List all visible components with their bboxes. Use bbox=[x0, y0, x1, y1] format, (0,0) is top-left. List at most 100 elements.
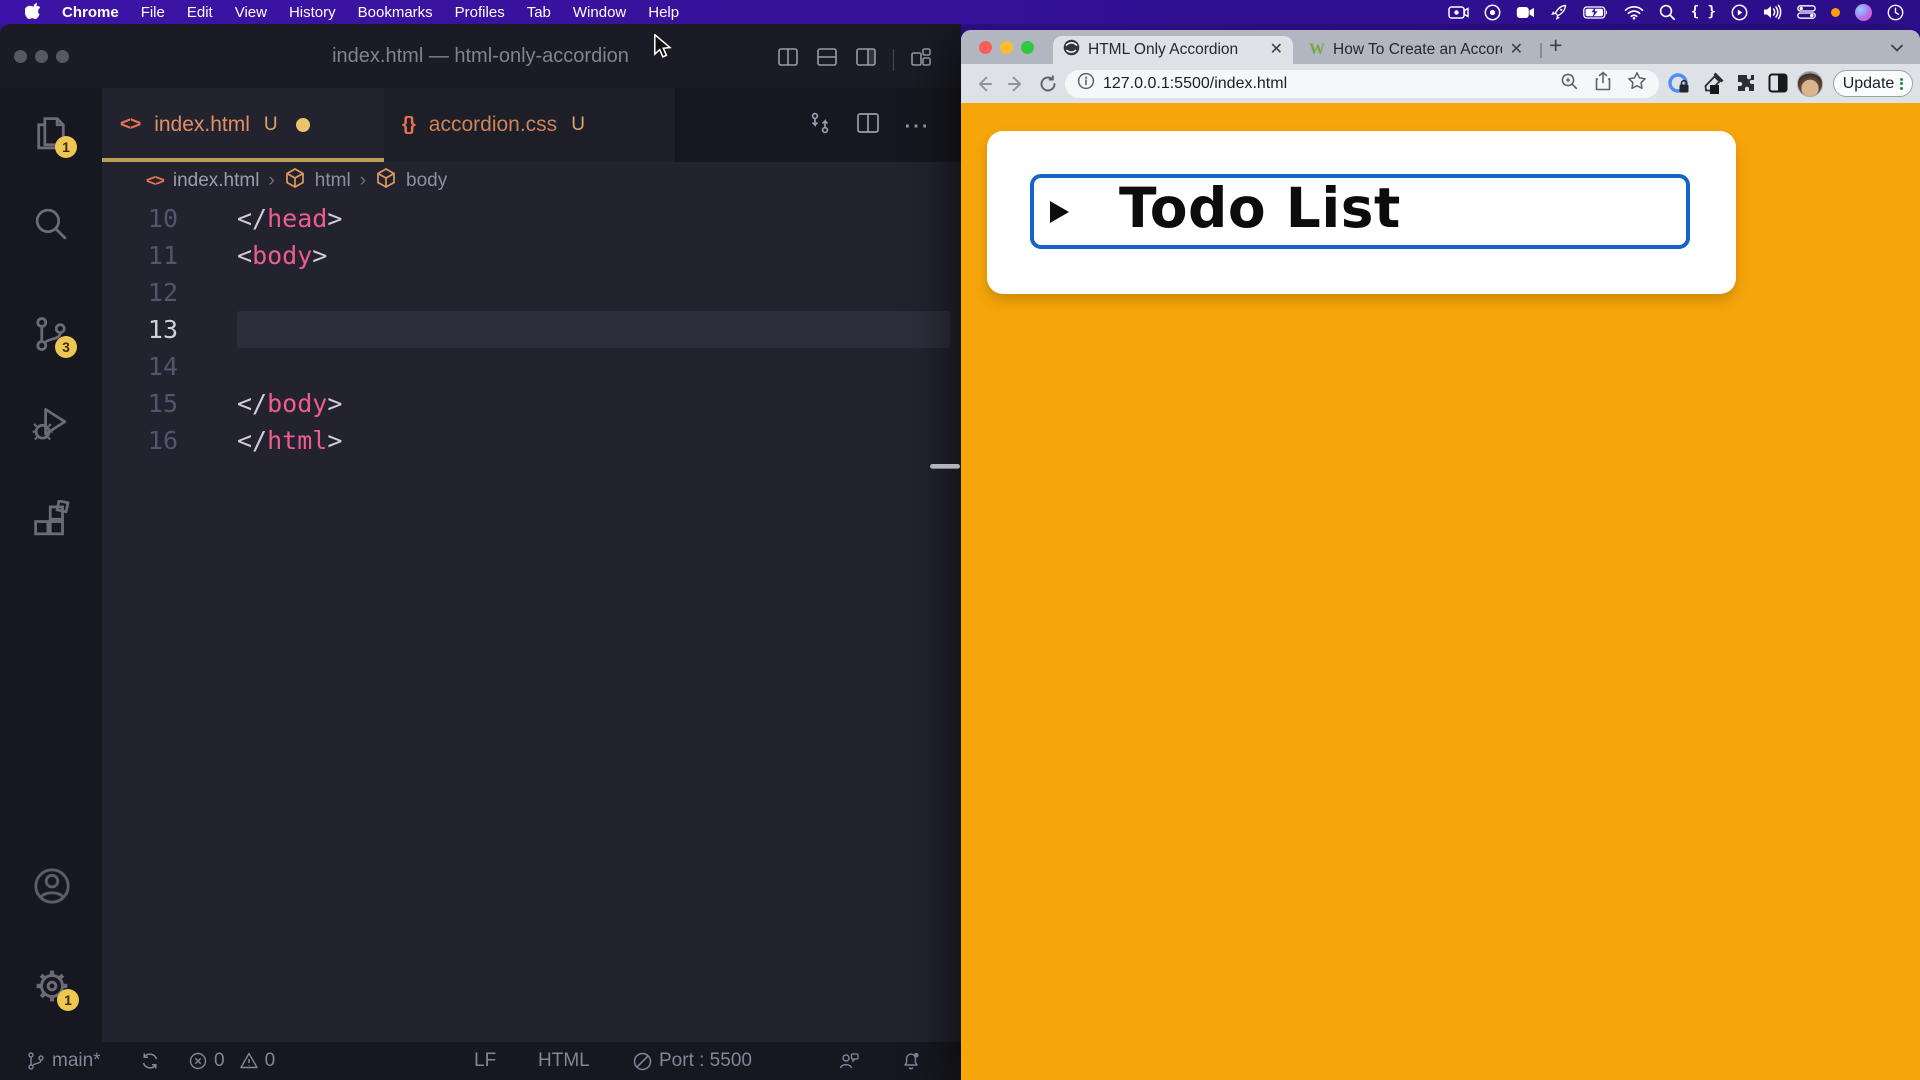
spotlight-search-icon[interactable] bbox=[1659, 4, 1676, 21]
back-icon[interactable] bbox=[973, 73, 995, 100]
split-editor-right-icon[interactable] bbox=[854, 45, 878, 74]
apple-menu-icon[interactable] bbox=[14, 1, 51, 23]
source-control-icon[interactable]: 3 bbox=[31, 314, 71, 354]
code-line: 11<body> bbox=[102, 237, 961, 274]
symbol-cube-icon bbox=[375, 167, 397, 195]
update-button[interactable]: Update bbox=[1833, 70, 1913, 97]
browser-tab-inactive[interactable]: W How To Create an Accordion ✕ bbox=[1299, 36, 1533, 64]
accordion-summary[interactable]: Todo List bbox=[1030, 174, 1690, 249]
reload-icon[interactable] bbox=[1037, 73, 1059, 100]
accordion-card: Todo List bbox=[987, 131, 1736, 294]
wifi-icon[interactable] bbox=[1624, 5, 1644, 20]
privacy-extension-icon[interactable] bbox=[1667, 72, 1690, 100]
code-editor[interactable]: 10</head> 11<body> 12 13 14 15</body> 16… bbox=[102, 200, 961, 459]
record-icon[interactable] bbox=[1484, 4, 1501, 21]
menu-item-help[interactable]: Help bbox=[637, 4, 690, 21]
close-window-button[interactable] bbox=[979, 41, 992, 54]
vscode-titlebar: index.html — html-only-accordion bbox=[0, 24, 961, 88]
breadcrumb-node[interactable]: body bbox=[406, 170, 447, 192]
video-camera-icon[interactable] bbox=[1516, 6, 1535, 19]
split-rows-icon[interactable] bbox=[815, 45, 839, 74]
tab-index-html[interactable]: <> index.html U bbox=[102, 88, 384, 162]
rocket-icon[interactable] bbox=[1550, 3, 1568, 21]
css-file-icon: {} bbox=[402, 114, 415, 136]
braces-icon[interactable]: { } bbox=[1691, 4, 1716, 20]
menu-item-chrome[interactable]: Chrome bbox=[51, 4, 130, 21]
account-icon[interactable] bbox=[31, 865, 71, 905]
split-editor-icon[interactable] bbox=[855, 110, 881, 141]
play-circle-icon[interactable] bbox=[1731, 4, 1748, 21]
breadcrumb-file[interactable]: index.html bbox=[173, 170, 260, 192]
language-mode[interactable]: HTML bbox=[538, 1042, 590, 1080]
line-number: 13 bbox=[102, 315, 178, 344]
clock-icon[interactable] bbox=[1887, 4, 1904, 21]
code-line: 12 bbox=[102, 274, 961, 311]
extensions-puzzle-icon[interactable] bbox=[1735, 72, 1757, 99]
new-tab-button[interactable]: + bbox=[1549, 32, 1562, 59]
more-actions-icon[interactable]: ⋯ bbox=[903, 110, 931, 141]
siri-icon[interactable] bbox=[1855, 4, 1872, 21]
colorpicker-extension-icon[interactable] bbox=[1701, 72, 1724, 100]
chrome-toolbar: 127.0.0.1:5500/index.html Update bbox=[961, 64, 1920, 103]
window-resize-handle[interactable] bbox=[930, 464, 960, 469]
code-line: 14 bbox=[102, 348, 961, 385]
problems-status[interactable]: 0 0 bbox=[188, 1042, 275, 1080]
volume-icon[interactable] bbox=[1763, 4, 1782, 20]
forward-icon[interactable] bbox=[1005, 73, 1027, 100]
menu-item-profiles[interactable]: Profiles bbox=[444, 4, 516, 21]
line-number: 14 bbox=[102, 352, 178, 381]
menu-item-tab[interactable]: Tab bbox=[516, 4, 562, 21]
browser-tab-active[interactable]: HTML Only Accordion ✕ bbox=[1053, 36, 1293, 64]
customize-layout-icon[interactable] bbox=[909, 45, 933, 74]
menu-item-window[interactable]: Window bbox=[562, 4, 637, 21]
settings-badge: 1 bbox=[57, 989, 79, 1011]
git-branch-status[interactable]: main* bbox=[26, 1042, 101, 1080]
titlebar-divider bbox=[893, 49, 894, 71]
menu-item-bookmarks[interactable]: Bookmarks bbox=[347, 4, 444, 21]
address-bar[interactable]: 127.0.0.1:5500/index.html bbox=[1065, 70, 1659, 98]
open-changes-icon[interactable] bbox=[807, 110, 833, 141]
bookmark-star-icon[interactable] bbox=[1627, 71, 1647, 96]
unsaved-dot-icon[interactable] bbox=[296, 118, 310, 132]
eol-indicator[interactable]: LF bbox=[474, 1042, 496, 1080]
settings-gear-icon[interactable]: 1 bbox=[31, 965, 71, 1005]
accordion-title: Todo List bbox=[1119, 181, 1401, 242]
line-number: 10 bbox=[102, 204, 178, 233]
minimize-window-button[interactable] bbox=[1000, 41, 1013, 54]
tab-label: index.html bbox=[154, 113, 250, 137]
feedback-icon[interactable] bbox=[838, 1042, 860, 1080]
share-icon[interactable] bbox=[1594, 71, 1612, 96]
tab-close-icon[interactable]: ✕ bbox=[1510, 42, 1523, 58]
screen-capture-icon[interactable] bbox=[1448, 5, 1469, 20]
code-line: 16</html> bbox=[102, 422, 961, 459]
line-number: 11 bbox=[102, 241, 178, 270]
tab-close-icon[interactable]: ✕ bbox=[1270, 42, 1283, 58]
profile-avatar[interactable] bbox=[1797, 71, 1823, 97]
menu-item-view[interactable]: View bbox=[224, 4, 278, 21]
extensions-icon[interactable] bbox=[31, 500, 71, 540]
explorer-icon[interactable]: 1 bbox=[31, 114, 71, 154]
notifications-bell-icon[interactable] bbox=[900, 1042, 922, 1080]
menu-items: Chrome File Edit View History Bookmarks … bbox=[14, 1, 690, 23]
zoom-window-button[interactable] bbox=[1021, 41, 1034, 54]
menu-item-edit[interactable]: Edit bbox=[176, 4, 224, 21]
recording-dot bbox=[1831, 8, 1840, 17]
run-debug-icon[interactable] bbox=[31, 404, 71, 444]
git-status-letter: U bbox=[571, 114, 585, 136]
code-line: 15</body> bbox=[102, 385, 961, 422]
battery-icon[interactable] bbox=[1583, 6, 1609, 19]
menu-item-file[interactable]: File bbox=[130, 4, 176, 21]
search-icon[interactable] bbox=[31, 204, 71, 244]
menu-item-history[interactable]: History bbox=[278, 4, 347, 21]
split-columns-icon[interactable] bbox=[776, 45, 800, 74]
zoom-icon[interactable] bbox=[1560, 72, 1579, 96]
dark-mode-extension-icon[interactable] bbox=[1767, 72, 1789, 99]
control-center-icon[interactable] bbox=[1797, 5, 1816, 19]
sync-icon[interactable] bbox=[140, 1042, 160, 1080]
live-server-port[interactable]: Port : 5500 bbox=[632, 1042, 752, 1080]
browser-menu-dots-icon bbox=[1900, 76, 1903, 91]
breadcrumb-node[interactable]: html bbox=[315, 170, 351, 192]
tab-accordion-css[interactable]: {} accordion.css U bbox=[384, 88, 676, 162]
tab-search-chevron-icon[interactable] bbox=[1890, 40, 1904, 58]
site-info-icon[interactable] bbox=[1077, 72, 1095, 95]
